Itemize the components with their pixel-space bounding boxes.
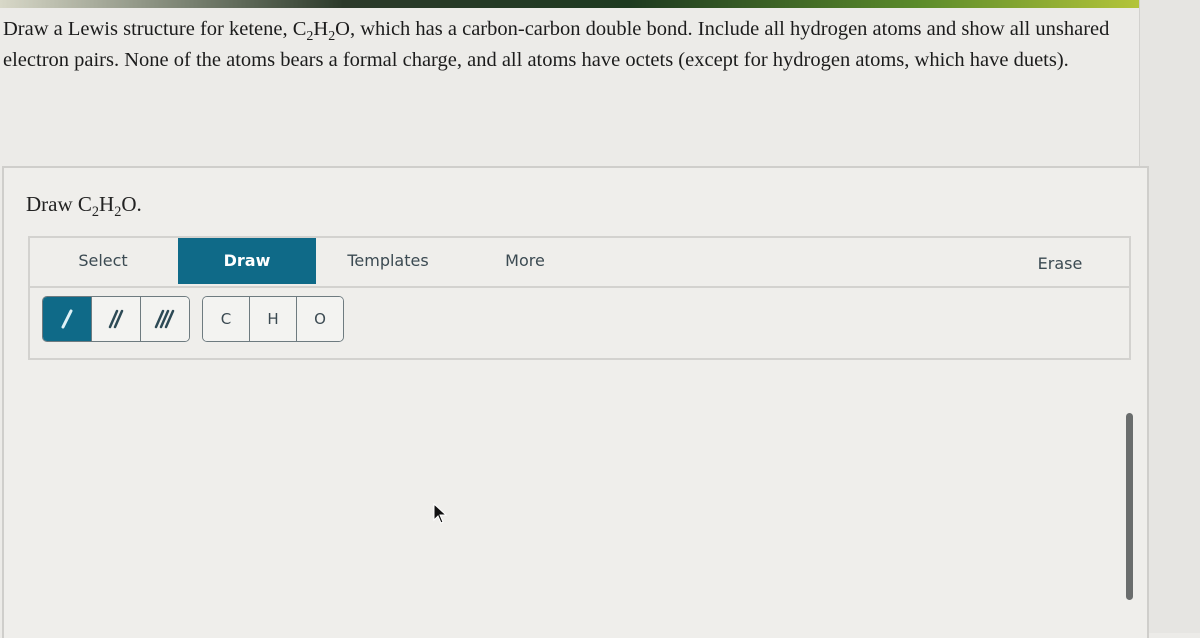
- triple-bond-button[interactable]: [141, 297, 189, 341]
- atom-tool-group: C H O: [202, 296, 344, 342]
- sketcher-toolbar: Select Draw Templates More Erase C H O: [28, 236, 1131, 360]
- drawing-canvas[interactable]: [28, 360, 1127, 633]
- tab-templates[interactable]: Templates: [318, 238, 458, 284]
- tab-erase[interactable]: Erase: [1020, 241, 1100, 287]
- question-part: Draw a Lewis structure for ketene, C: [3, 18, 307, 40]
- tab-row: Select Draw Templates More Erase: [30, 238, 1129, 288]
- mouse-cursor-icon: [433, 503, 448, 524]
- triple-bond-icon: [154, 309, 175, 329]
- double-bond-button[interactable]: [92, 297, 141, 341]
- double-bond-icon: [108, 309, 124, 329]
- draw-prompt: Draw C2H2O.: [26, 192, 142, 220]
- question-text: Draw a Lewis structure for ketene, C2H2O…: [3, 14, 1143, 76]
- prompt-part: H: [99, 192, 115, 216]
- atom-o-button[interactable]: O: [297, 297, 343, 341]
- tab-select[interactable]: Select: [30, 238, 176, 284]
- prompt-part: O.: [121, 192, 142, 216]
- tab-more[interactable]: More: [458, 238, 592, 284]
- question-part: H: [313, 18, 329, 40]
- prompt-part: Draw C: [26, 192, 92, 216]
- vertical-scrollbar[interactable]: [1126, 413, 1133, 600]
- subscript: 2: [91, 203, 100, 220]
- bond-tool-group: [42, 296, 190, 342]
- single-bond-button[interactable]: [43, 297, 92, 341]
- single-bond-icon: [61, 309, 73, 329]
- atom-c-button[interactable]: C: [203, 297, 250, 341]
- atom-h-button[interactable]: H: [250, 297, 297, 341]
- tab-draw[interactable]: Draw: [178, 238, 316, 284]
- top-banner: [0, 0, 1145, 8]
